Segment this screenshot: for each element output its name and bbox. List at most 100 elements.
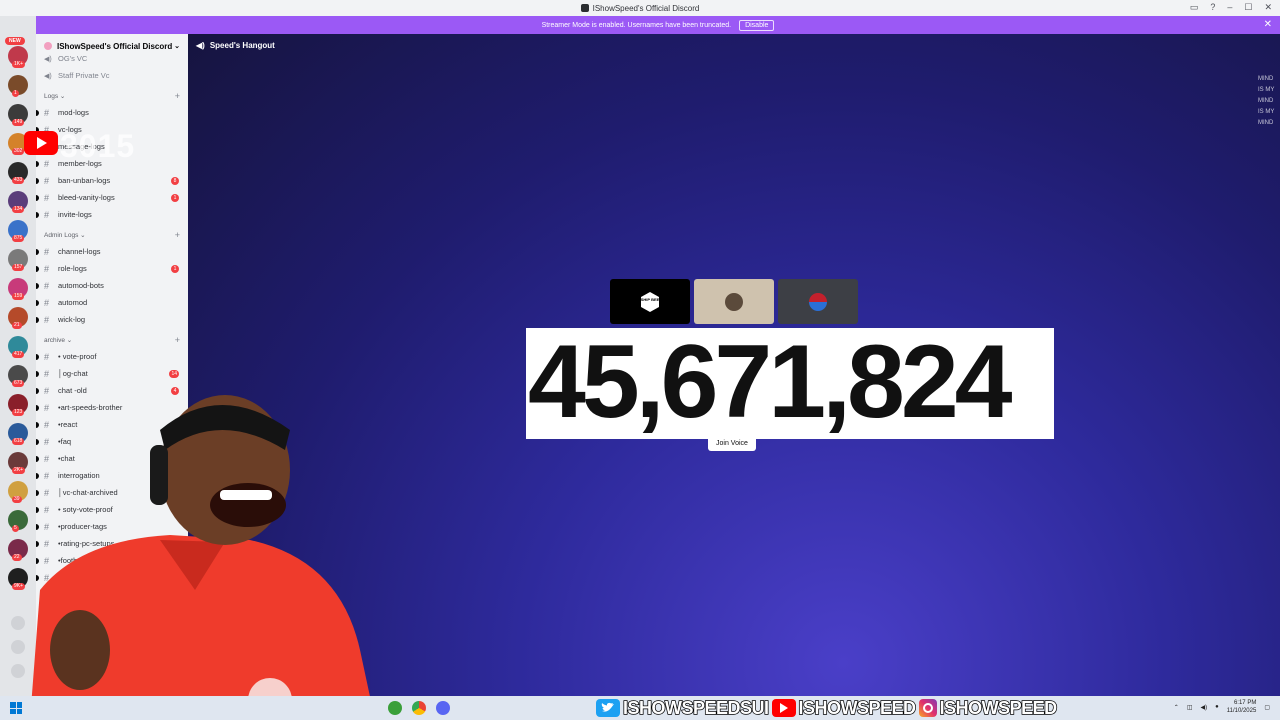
title-bar: IShowSpeed's Official Discord ▭ ? – ☐ ✕ bbox=[0, 0, 1280, 16]
server-badge: 302 bbox=[12, 148, 25, 155]
channel-item[interactable]: # ban-unban-logs 8 bbox=[36, 172, 188, 189]
server-badge: 5 bbox=[12, 525, 19, 532]
participant-tile[interactable] bbox=[694, 279, 774, 324]
channel-item[interactable]: # automod bbox=[36, 294, 188, 311]
channel-item[interactable]: # invite-logs bbox=[36, 206, 188, 223]
instagram-icon bbox=[918, 699, 937, 717]
voice-channel-item[interactable]: ◀) Staff Private Vc bbox=[36, 67, 188, 84]
member-name[interactable]: IS MY bbox=[1258, 107, 1280, 118]
channel-item[interactable]: # │og-chat 14 bbox=[36, 365, 188, 382]
unread-indicator bbox=[36, 353, 39, 360]
add-channel-icon[interactable]: + bbox=[175, 335, 180, 345]
unread-indicator bbox=[36, 109, 39, 116]
notification-icon[interactable]: ▢ bbox=[1264, 704, 1270, 711]
network-icon[interactable]: ◫ bbox=[1187, 704, 1193, 711]
hash-icon: # bbox=[44, 209, 50, 220]
subscriber-counter: 45,671,824 bbox=[526, 328, 1054, 439]
category-admin-logs[interactable]: Admin Logs ⌄ + bbox=[36, 227, 188, 243]
hexagon-logo-icon: SHIP BEE bbox=[641, 291, 660, 312]
member-name[interactable]: IS MY bbox=[1258, 85, 1280, 96]
server-badge: 159 bbox=[12, 293, 25, 300]
server-badge: 433 bbox=[12, 177, 25, 184]
tile-logo-text: SHIP BEE bbox=[641, 297, 660, 302]
close-banner-icon[interactable]: ✕ bbox=[1264, 19, 1272, 30]
hash-icon: # bbox=[44, 175, 50, 186]
close-button[interactable]: ✕ bbox=[1264, 2, 1272, 13]
disable-streamer-mode-button[interactable]: Disable bbox=[739, 19, 775, 31]
channel-title: Speed's Hangout bbox=[209, 41, 275, 50]
volume-icon[interactable]: ◀) bbox=[1200, 704, 1207, 711]
channel-label: automod-bots bbox=[58, 281, 104, 290]
system-tray: ⌃ ◫ ◀) ● 6:17 PM 11/10/2025 ▢ bbox=[1174, 699, 1270, 715]
category-logs[interactable]: Logs ⌄ + bbox=[36, 88, 188, 104]
unread-indicator bbox=[36, 160, 39, 167]
channel-item[interactable]: # mod-logs bbox=[36, 104, 188, 121]
unread-indicator bbox=[36, 299, 39, 306]
channel-item[interactable]: # wick-log bbox=[36, 311, 188, 328]
chrome-icon[interactable] bbox=[412, 701, 426, 715]
participant-tile[interactable]: SHIP BEE bbox=[610, 279, 690, 324]
clock[interactable]: 6:17 PM 11/10/2025 bbox=[1227, 699, 1257, 715]
discord-app-icon bbox=[580, 4, 589, 12]
channel-label: Staff Private Vc bbox=[58, 71, 110, 80]
add-channel-icon[interactable]: + bbox=[175, 230, 180, 240]
server-badge: 417 bbox=[12, 351, 25, 358]
streamer-webcam bbox=[30, 395, 375, 720]
hash-icon: # bbox=[44, 314, 50, 325]
channel-item[interactable]: # • vote-proof bbox=[36, 348, 188, 365]
category-archive[interactable]: archive ⌄ + bbox=[36, 332, 188, 348]
youtube-overlay-count: 3015 bbox=[60, 128, 136, 164]
banner-text: Streamer Mode is enabled. Usernames have… bbox=[541, 21, 732, 29]
clock-time: 6:17 PM bbox=[1233, 700, 1257, 706]
channel-item[interactable]: # bleed-vanity-logs 1 bbox=[36, 189, 188, 206]
instagram-handle: ISHOWSPEED bbox=[939, 697, 1058, 719]
hash-icon: # bbox=[44, 351, 50, 362]
add-channel-icon[interactable]: + bbox=[175, 91, 180, 101]
social-handles-overlay: ISHOWSPEEDSUI ISHOWSPEED ISHOWSPEED bbox=[596, 696, 1058, 720]
unread-indicator bbox=[36, 194, 39, 201]
hash-icon: # bbox=[44, 107, 50, 118]
member-name[interactable]: MIND bbox=[1258, 96, 1280, 107]
channel-item[interactable]: # role-logs 1 bbox=[36, 260, 188, 277]
category-label: Admin Logs bbox=[44, 231, 79, 239]
member-name[interactable]: MIND bbox=[1258, 74, 1280, 85]
unread-indicator bbox=[36, 177, 39, 184]
clock-date: 11/10/2025 bbox=[1226, 708, 1257, 714]
avatar bbox=[809, 292, 827, 311]
server-badge: 21 bbox=[12, 322, 22, 329]
channel-label: • vote-proof bbox=[58, 352, 97, 361]
windows-start-icon[interactable] bbox=[10, 702, 22, 714]
hash-icon: # bbox=[44, 263, 50, 274]
youtube-handle: ISHOWSPEED bbox=[798, 697, 917, 719]
mention-badge: 1 bbox=[171, 193, 179, 202]
channel-label: │og-chat bbox=[58, 369, 88, 378]
youtube-logo-icon bbox=[24, 131, 58, 155]
maximize-button[interactable]: ☐ bbox=[1244, 2, 1252, 13]
minimize-button[interactable]: – bbox=[1227, 2, 1232, 13]
right-user-list: MIND IS MY MIND IS MY MIND bbox=[1258, 74, 1280, 129]
channel-header: ◀) Speed's Hangout bbox=[196, 41, 275, 50]
app-icon[interactable] bbox=[388, 701, 402, 715]
guild-icon bbox=[44, 42, 52, 50]
speaker-icon: ◀) bbox=[44, 72, 52, 80]
unread-indicator bbox=[36, 370, 39, 377]
member-name[interactable]: MIND bbox=[1258, 118, 1280, 129]
chevron-up-icon[interactable]: ⌃ bbox=[1174, 704, 1179, 711]
channel-item[interactable]: # channel-logs bbox=[36, 243, 188, 260]
mic-icon[interactable]: ● bbox=[1215, 704, 1219, 710]
twitter-icon bbox=[596, 699, 620, 717]
window-title: IShowSpeed's Official Discord bbox=[592, 3, 700, 13]
channel-label: bleed-vanity-logs bbox=[58, 193, 115, 202]
mention-badge: 14 bbox=[169, 369, 179, 378]
channel-item[interactable]: # automod-bots bbox=[36, 277, 188, 294]
unread-indicator bbox=[36, 265, 39, 272]
mention-badge: 8 bbox=[171, 176, 179, 185]
channel-label: channel-logs bbox=[58, 247, 101, 256]
participant-tile[interactable] bbox=[778, 279, 858, 324]
discord-icon[interactable] bbox=[436, 701, 450, 715]
unread-indicator bbox=[36, 248, 39, 255]
server-badge: 875 bbox=[12, 235, 25, 242]
voice-channel-item[interactable]: ◀) OG's VC bbox=[36, 50, 188, 67]
inbox-icon[interactable]: ▭ bbox=[1190, 2, 1199, 13]
help-icon[interactable]: ? bbox=[1210, 2, 1215, 13]
